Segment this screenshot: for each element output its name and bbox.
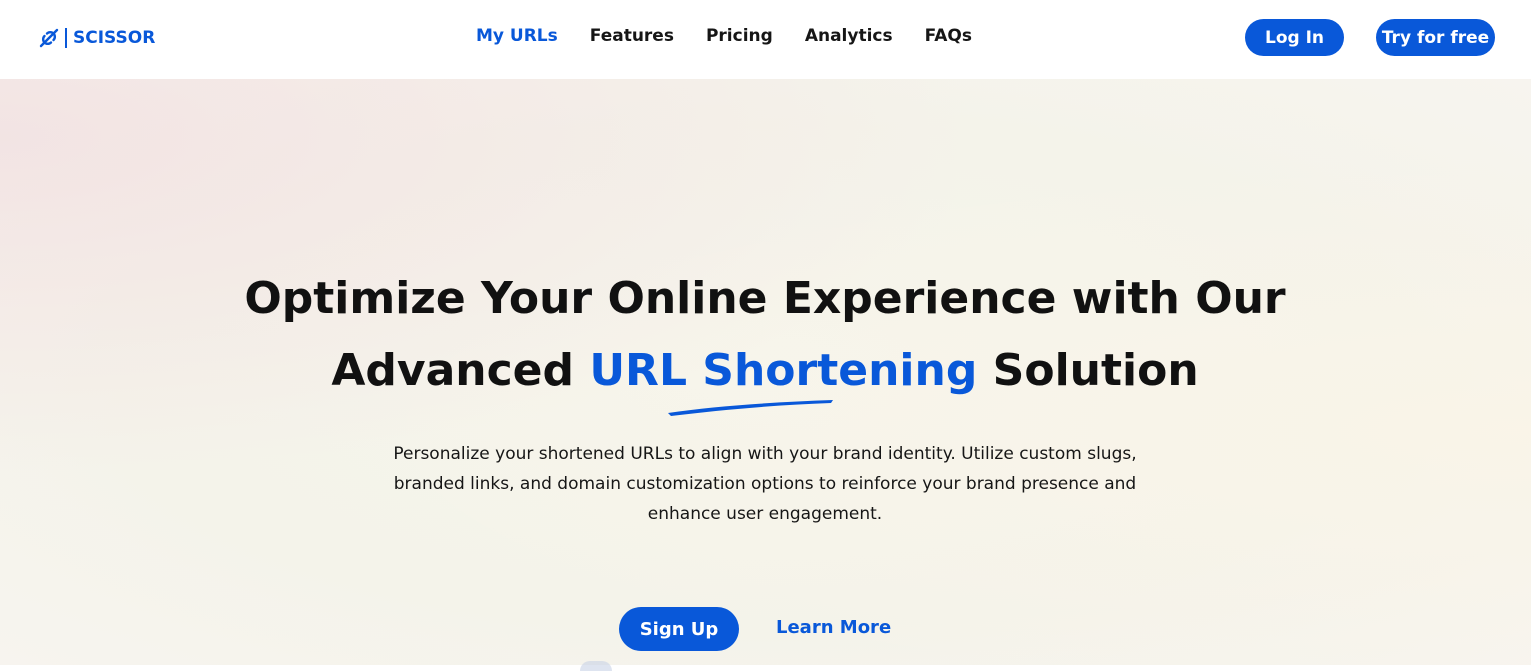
subtitle-line-3: enhance user engagement. [647, 504, 883, 524]
main-nav: My URLs Features Pricing Analytics FAQs [476, 26, 1004, 46]
sign-up-button[interactable]: Sign Up [619, 607, 739, 651]
headline-line-2-prefix: Advanced [331, 345, 590, 396]
nav-item-features[interactable]: Features [590, 26, 674, 46]
learn-more-link[interactable]: Learn More [776, 617, 891, 638]
link-slash-icon [38, 27, 60, 49]
nav-item-pricing[interactable]: Pricing [706, 26, 773, 46]
nav-item-faqs[interactable]: FAQs [925, 26, 972, 46]
nav-item-my-urls[interactable]: My URLs [476, 26, 558, 46]
decorative-circle [580, 661, 612, 671]
hero-subtitle: Personalize your shortened URLs to align… [385, 439, 1145, 529]
hero-section: Optimize Your Online Experience with Our… [0, 79, 1531, 671]
try-for-free-button[interactable]: Try for free [1376, 19, 1495, 56]
nav-item-analytics[interactable]: Analytics [805, 26, 893, 46]
login-button[interactable]: Log In [1245, 19, 1344, 56]
headline-line-1: Optimize Your Online Experience with Our [244, 273, 1286, 324]
top-navbar: SCISSOR My URLs Features Pricing Analyti… [0, 0, 1531, 79]
brush-underline-decoration [668, 400, 833, 416]
subtitle-line-1: Personalize your shortened URLs to align… [393, 444, 1137, 464]
headline-line-2-suffix: Solution [977, 345, 1199, 396]
brand-logo[interactable]: SCISSOR [38, 24, 155, 52]
subtitle-line-2: branded links, and domain customization … [393, 474, 1137, 494]
brand-name: SCISSOR [73, 28, 156, 48]
hero-headline: Optimize Your Online Experience with Our… [165, 263, 1365, 407]
headline-accent: URL Shortening [589, 345, 978, 396]
logo-divider [65, 28, 67, 48]
